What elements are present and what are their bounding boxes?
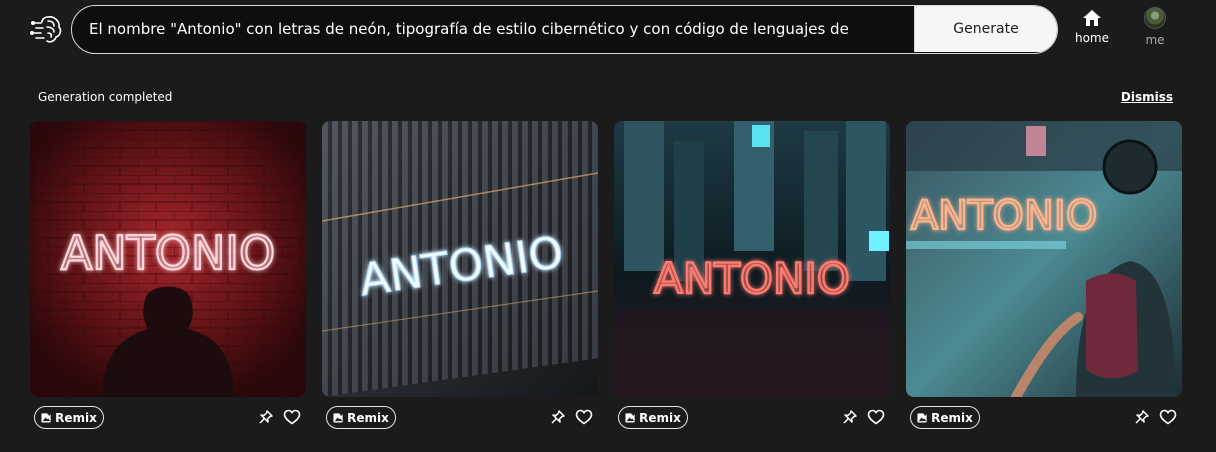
image-plus-icon [625,412,636,423]
generate-button[interactable]: Generate [914,6,1057,52]
heart-icon[interactable] [1159,408,1177,426]
image-plus-icon [41,412,52,423]
heart-icon[interactable] [867,408,885,426]
remix-label: Remix [347,410,389,425]
remix-button[interactable]: Remix [910,406,980,429]
prompt-input[interactable] [89,6,911,52]
home-label: home [1074,31,1110,45]
neon-text: ANTONIO [654,254,850,303]
brain-icon[interactable] [29,12,64,46]
generated-image[interactable]: ANTONIO [614,121,890,397]
remix-button[interactable]: Remix [326,406,396,429]
heart-icon[interactable] [283,408,301,426]
result-card: ANTONIO Remix [614,121,890,431]
generated-image[interactable]: ANTONIO [30,121,306,397]
nav-me[interactable]: me [1138,7,1172,51]
pin-icon[interactable] [842,409,858,425]
generated-image[interactable]: ANTONIO [322,121,598,397]
result-card: ANTONIO Remix [322,121,598,431]
result-card: ANTONIO Remix [906,121,1182,431]
dismiss-link[interactable]: Dismiss [1121,90,1173,104]
status-message: Generation completed [38,90,173,104]
remix-button[interactable]: Remix [618,406,688,429]
image-plus-icon [333,412,344,423]
pin-icon[interactable] [550,409,566,425]
remix-label: Remix [55,410,97,425]
pin-icon[interactable] [1134,409,1150,425]
remix-label: Remix [931,410,973,425]
prompt-bar: Generate [71,5,1058,54]
avatar [1144,7,1166,29]
remix-button[interactable]: Remix [34,406,104,429]
result-card: ANTONIO Remix [30,121,306,431]
top-bar: Generate home me [0,0,1216,60]
image-plus-icon [917,412,928,423]
home-icon [1083,10,1101,26]
heart-icon[interactable] [575,408,593,426]
status-row: Generation completed Dismiss [38,90,1173,106]
generated-image[interactable]: ANTONIO [906,121,1182,397]
remix-label: Remix [639,410,681,425]
nav-home[interactable]: home [1072,9,1112,51]
me-label: me [1145,33,1165,47]
neon-text: ANTONIO [911,193,1097,239]
neon-text: ANTONIO [61,226,275,280]
pin-icon[interactable] [258,409,274,425]
